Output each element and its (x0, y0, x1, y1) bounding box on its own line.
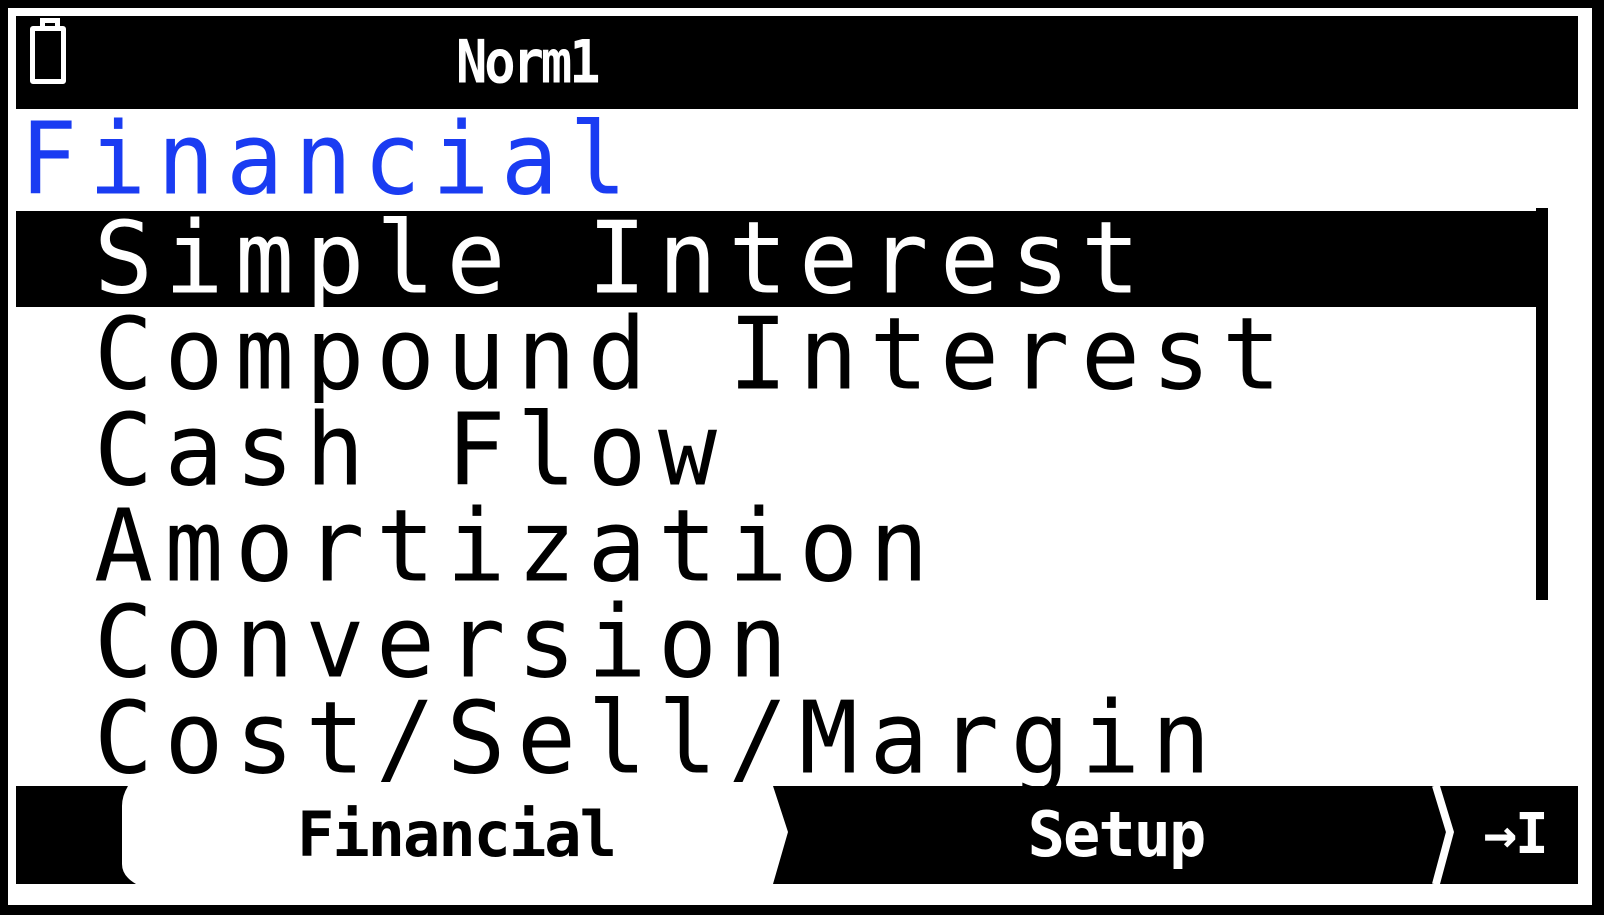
menu-item-simple-interest[interactable]: Simple Interest (16, 211, 1536, 307)
more-arrow-icon[interactable]: →I (1456, 786, 1574, 884)
menu-item-label: Cash Flow (94, 403, 729, 499)
menu-item-label: Compound Interest (94, 307, 1293, 403)
menu-item-label: Conversion (94, 595, 800, 691)
menu-item-compound-interest[interactable]: Compound Interest (16, 307, 1536, 403)
menu-item-amortization[interactable]: Amortization (16, 499, 1536, 595)
menu-item-label: Simple Interest (94, 211, 1152, 307)
menu-list: Simple Interest Compound Interest Cash F… (16, 211, 1536, 787)
menu-item-cash-flow[interactable]: Cash Flow (16, 403, 1536, 499)
menu-item-conversion[interactable]: Conversion (16, 595, 1536, 691)
tab-financial[interactable]: Financial (136, 786, 776, 884)
menu-item-cost-sell-margin[interactable]: Cost/Sell/Margin (16, 691, 1536, 787)
battery-icon (30, 26, 66, 84)
scrollbar[interactable] (1536, 208, 1548, 600)
status-bar: Norm1 (16, 16, 1578, 109)
menu-item-label: Amortization (94, 499, 941, 595)
mode-indicator: Norm1 (456, 28, 601, 98)
tab-setup[interactable]: Setup (796, 786, 1436, 884)
page-title: Financial (20, 102, 639, 218)
battery-cap (40, 18, 60, 26)
menu-item-label: Cost/Sell/Margin (94, 691, 1223, 787)
calculator-screen: Norm1 Financial Simple Interest Compound… (8, 8, 1592, 905)
softkey-bar: Financial Setup →I (16, 786, 1578, 884)
